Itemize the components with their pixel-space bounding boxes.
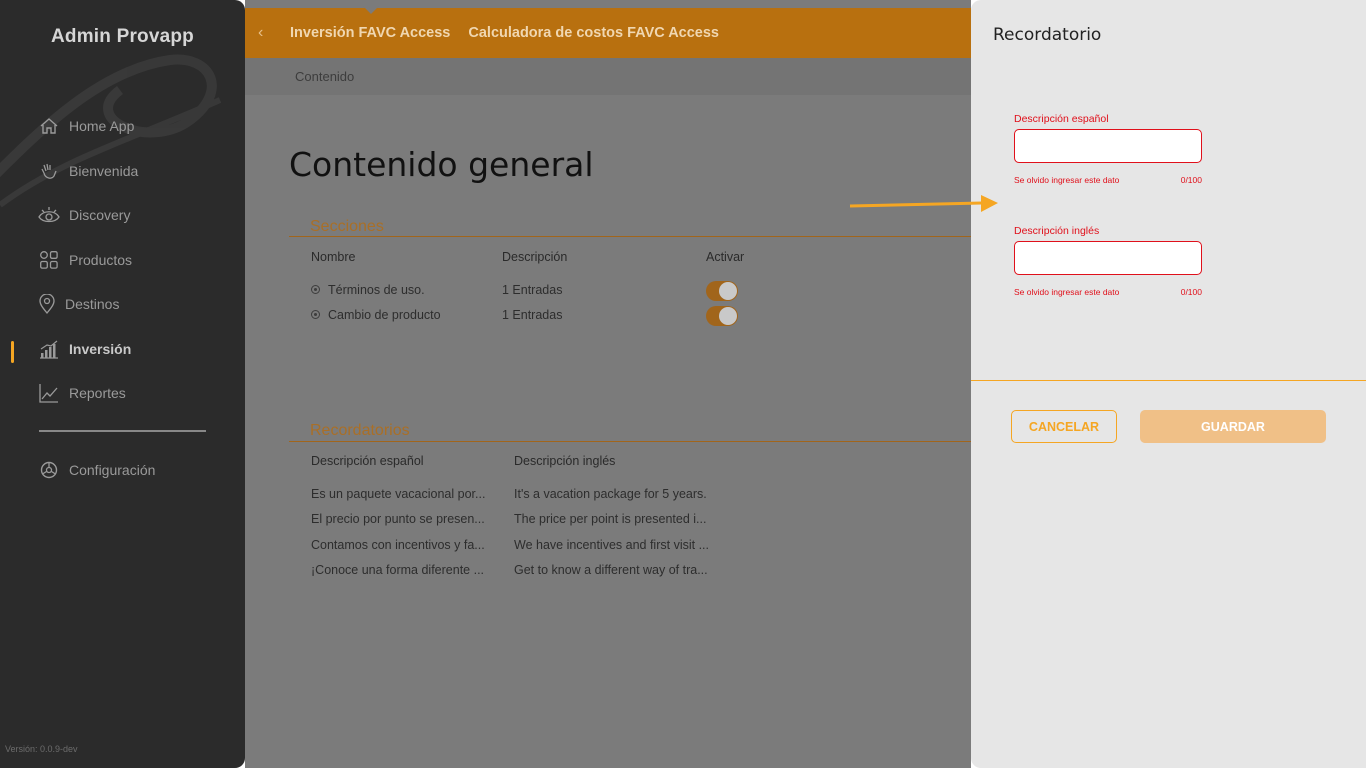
main-content: ‹ Inversión FAVC Access Calculadora de c…: [245, 0, 971, 768]
breadcrumb-item[interactable]: Contenido: [295, 69, 354, 84]
sidebar-item-productos[interactable]: Productos: [38, 247, 132, 273]
descripcion-espanol-error: Se olvido ingresar este dato: [1014, 175, 1120, 185]
tab-calculadora-costos[interactable]: Calculadora de costos FAVC Access: [468, 25, 719, 41]
tab-inversion-favc[interactable]: Inversión FAVC Access: [290, 25, 450, 41]
sidebar-item-inversion[interactable]: Inversión: [38, 336, 131, 362]
descripcion-ingles-error: Se olvido ingresar este dato: [1014, 287, 1120, 297]
drawer-divider: [971, 380, 1366, 381]
descripcion-espanol-counter: 0/100: [1180, 175, 1202, 185]
row-en: It's a vacation package for 5 years.: [514, 487, 707, 501]
sidebar: Admin Provapp Home App Bienvenida Discov…: [0, 0, 245, 768]
version-label: Versión: 0.0.9-dev: [5, 744, 78, 754]
row-en: The price per point is presented i...: [514, 512, 707, 526]
column-header-activar: Activar: [706, 250, 745, 264]
activate-toggle[interactable]: [706, 281, 738, 301]
annotation-arrow-icon: [849, 195, 998, 212]
sidebar-item-label: Destinos: [65, 296, 120, 312]
sidebar-item-label: Discovery: [69, 207, 131, 223]
descripcion-espanol-label: Descripción español: [1014, 113, 1109, 125]
sidebar-item-label: Bienvenida: [69, 163, 139, 179]
breadcrumb: Contenido: [245, 58, 971, 95]
row-radio[interactable]: [311, 285, 320, 294]
drawer-title: Recordatorio: [993, 25, 1102, 45]
wave-hand-icon: [38, 160, 60, 182]
sidebar-item-label: Productos: [69, 252, 133, 268]
activate-toggle[interactable]: [706, 306, 738, 326]
active-indicator: [11, 341, 14, 363]
row-nombre: Términos de uso.: [328, 283, 425, 297]
section-title-secciones: Secciones: [310, 218, 384, 235]
row-nombre: Cambio de producto: [328, 308, 441, 322]
sidebar-item-destinos[interactable]: Destinos: [38, 291, 119, 317]
sidebar-item-reportes[interactable]: Reportes: [38, 380, 126, 406]
settings-icon: [38, 459, 60, 481]
descripcion-ingles-counter: 0/100: [1180, 287, 1202, 297]
descripcion-espanol-input[interactable]: [1014, 129, 1202, 163]
chevron-left-icon[interactable]: ‹: [258, 24, 278, 42]
column-header-descripcion-ingles: Descripción inglés: [514, 454, 616, 468]
sidebar-item-label: Home App: [69, 118, 135, 134]
sidebar-item-configuracion[interactable]: Configuración: [38, 457, 155, 483]
top-tab-bar: ‹ Inversión FAVC Access Calculadora de c…: [245, 6, 971, 58]
location-pin-icon: [38, 293, 56, 315]
row-en: We have incentives and first visit ...: [514, 538, 709, 552]
sidebar-item-home-app[interactable]: Home App: [38, 113, 134, 139]
line-chart-icon: [38, 382, 60, 404]
cancel-button[interactable]: CANCELAR: [1011, 410, 1117, 443]
bar-chart-icon: [38, 338, 60, 360]
row-es: Contamos con incentivos y fa...: [311, 538, 485, 552]
sidebar-item-discovery[interactable]: Discovery: [38, 202, 130, 228]
recordatorio-drawer: Recordatorio Descripción español Se olvi…: [971, 0, 1366, 768]
section-title-recordatorios: Recordatorios: [310, 422, 410, 439]
row-en: Get to know a different way of tra...: [514, 563, 708, 577]
row-es: ¡Conoce una forma diferente ...: [311, 563, 485, 577]
section-divider: [289, 236, 971, 237]
sidebar-item-label: Configuración: [69, 462, 156, 478]
descripcion-ingles-input[interactable]: [1014, 241, 1202, 275]
eye-icon: [38, 204, 60, 226]
section-divider: [289, 441, 971, 442]
sidebar-item-label: Inversión: [69, 341, 132, 357]
sidebar-divider: [39, 430, 206, 432]
app-root: Admin Provapp Home App Bienvenida Discov…: [0, 0, 1366, 768]
column-header-descripcion-espanol: Descripción español: [311, 454, 424, 468]
row-radio[interactable]: [311, 310, 320, 319]
home-icon: [38, 115, 60, 137]
row-es: Es un paquete vacacional por...: [311, 487, 486, 501]
grid-icon: [38, 249, 60, 271]
column-header-descripcion: Descripción: [502, 250, 568, 264]
column-header-nombre: Nombre: [311, 250, 356, 264]
row-descripcion: 1 Entradas: [502, 283, 563, 297]
sidebar-item-label: Reportes: [69, 385, 126, 401]
save-button[interactable]: GUARDAR: [1140, 410, 1326, 443]
page-title: Contenido general: [289, 145, 594, 184]
row-es: El precio por punto se presen...: [311, 512, 485, 526]
brand-title: Admin Provapp: [50, 26, 194, 47]
sidebar-item-bienvenida[interactable]: Bienvenida: [38, 158, 138, 184]
descripcion-ingles-label: Descripción inglés: [1014, 225, 1100, 237]
row-descripcion: 1 Entradas: [502, 308, 563, 322]
active-tab-notch: [363, 6, 379, 14]
